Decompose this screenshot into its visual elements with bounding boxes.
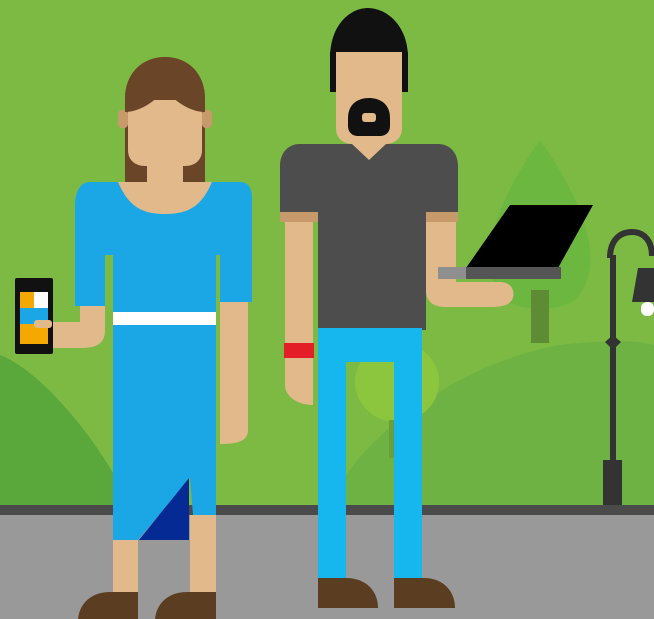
- lamp-pole: [610, 255, 616, 465]
- woman-thumb: [34, 320, 52, 328]
- lamp-arm: [607, 228, 654, 259]
- woman-face: [128, 100, 202, 166]
- lamp-head: [632, 268, 654, 302]
- man-sideburn-right: [402, 52, 408, 92]
- lamp-base: [603, 460, 622, 508]
- woman-leg-right: [190, 515, 216, 600]
- woman-belt: [113, 312, 216, 325]
- man-mouth: [362, 113, 376, 122]
- woman-leg-left: [113, 540, 138, 600]
- man-sideburn-left: [330, 52, 336, 92]
- man-wristband: [284, 343, 314, 358]
- laptop-base-shadow: [466, 267, 561, 279]
- woman-ear-right: [202, 110, 212, 128]
- lamp-bulb: [641, 302, 654, 316]
- man-arm-left: [285, 220, 313, 405]
- phone-tile-white: [34, 292, 48, 308]
- man-sleeve-edge-right: [426, 212, 458, 222]
- illustration-scene: [0, 0, 654, 619]
- man-sleeve-edge-left: [280, 212, 318, 222]
- woman-skirt: [113, 325, 216, 540]
- woman-ear-left: [118, 110, 128, 128]
- hill-left: [0, 355, 130, 505]
- smartphone: [15, 278, 53, 354]
- woman-arm-right: [220, 290, 248, 444]
- phone-tile-orange: [20, 292, 34, 308]
- park-illustration: [0, 8, 654, 619]
- tree-trunk: [531, 290, 549, 343]
